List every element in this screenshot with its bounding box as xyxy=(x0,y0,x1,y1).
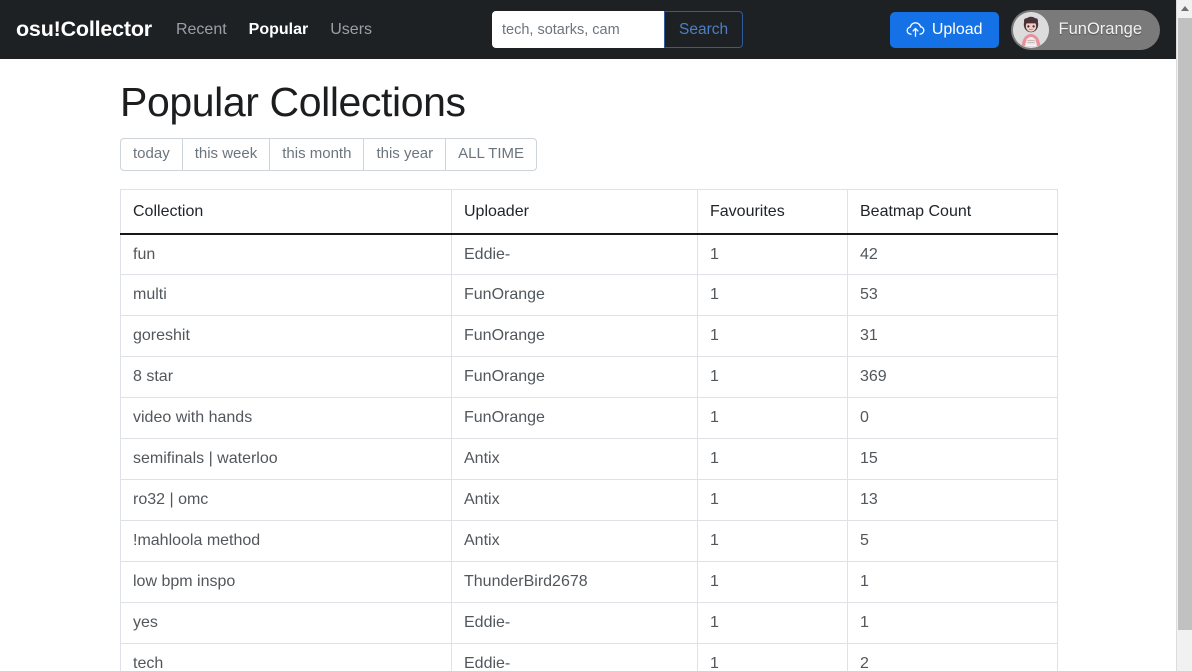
cell-favourites: 1 xyxy=(697,233,848,276)
cell-uploader: Antix xyxy=(451,520,698,563)
column-header-beatmap-count[interactable]: Beatmap Count xyxy=(847,189,1058,235)
collections-table: Collection Uploader Favourites Beatmap C… xyxy=(120,189,1058,671)
filter-this-week[interactable]: this week xyxy=(181,138,270,172)
cell-favourites: 1 xyxy=(697,520,848,563)
column-header-collection[interactable]: Collection xyxy=(120,189,452,235)
cell-favourites: 1 xyxy=(697,643,848,671)
navbar-right-cluster: Upload FunOrange xyxy=(889,0,1160,59)
scrollbar-thumb[interactable] xyxy=(1178,18,1192,630)
table-row[interactable]: goreshit FunOrange 1 31 xyxy=(120,315,1058,358)
table-row[interactable]: semifinals | waterloo Antix 1 15 xyxy=(120,438,1058,481)
cloud-upload-icon xyxy=(906,22,925,37)
table-row[interactable]: !mahloola method Antix 1 5 xyxy=(120,520,1058,563)
user-menu[interactable]: FunOrange xyxy=(1010,9,1160,50)
vertical-scrollbar[interactable] xyxy=(1176,0,1192,671)
cell-uploader: Eddie- xyxy=(451,602,698,645)
cell-collection: tech xyxy=(120,643,452,671)
search-button[interactable]: Search xyxy=(664,11,744,48)
cell-favourites: 1 xyxy=(697,356,848,399)
cell-collection: goreshit xyxy=(120,315,452,358)
app-window: osu!Collector Recent Popular Users Searc… xyxy=(0,0,1192,671)
table-row[interactable]: low bpm inspo ThunderBird2678 1 1 xyxy=(120,561,1058,604)
cell-beatmap-count: 42 xyxy=(847,233,1058,276)
search-input[interactable] xyxy=(492,11,664,48)
cell-collection: semifinals | waterloo xyxy=(120,438,452,481)
search-group: Search xyxy=(492,11,744,48)
nav-item-recent[interactable]: Recent xyxy=(176,21,227,39)
filter-this-year[interactable]: this year xyxy=(363,138,446,172)
cell-uploader: Eddie- xyxy=(451,643,698,671)
time-filter-group: today this week this month this year ALL… xyxy=(120,138,1176,172)
scroll-up-arrow-icon[interactable] xyxy=(1177,0,1192,17)
column-header-uploader[interactable]: Uploader xyxy=(451,189,698,235)
table-row[interactable]: yes Eddie- 1 1 xyxy=(120,602,1058,645)
table-row[interactable]: video with hands FunOrange 1 0 xyxy=(120,397,1058,440)
cell-favourites: 1 xyxy=(697,397,848,440)
cell-uploader: Antix xyxy=(451,438,698,481)
brand-logo[interactable]: osu!Collector xyxy=(16,17,152,42)
cell-uploader: FunOrange xyxy=(451,315,698,358)
cell-beatmap-count: 2 xyxy=(847,643,1058,671)
cell-beatmap-count: 13 xyxy=(847,479,1058,522)
cell-uploader: FunOrange xyxy=(451,356,698,399)
cell-uploader: FunOrange xyxy=(451,397,698,440)
cell-beatmap-count: 0 xyxy=(847,397,1058,440)
filter-today[interactable]: today xyxy=(120,138,182,172)
cell-uploader: Antix xyxy=(451,479,698,522)
nav-item-popular[interactable]: Popular xyxy=(249,21,309,39)
filter-this-month[interactable]: this month xyxy=(269,138,364,172)
table-header: Collection Uploader Favourites Beatmap C… xyxy=(120,189,1058,235)
cell-collection: multi xyxy=(120,274,452,317)
cell-beatmap-count: 369 xyxy=(847,356,1058,399)
cell-collection: yes xyxy=(120,602,452,645)
user-menu-label: FunOrange xyxy=(1058,20,1142,38)
table-body: fun Eddie- 1 42 multi FunOrange 1 53 goreshit Fun… xyxy=(120,233,1058,671)
cell-favourites: 1 xyxy=(697,602,848,645)
table-row[interactable]: fun Eddie- 1 42 xyxy=(120,233,1058,276)
cell-beatmap-count: 1 xyxy=(847,602,1058,645)
table-row[interactable]: ro32 | omc Antix 1 13 xyxy=(120,479,1058,522)
filter-all-time[interactable]: ALL TIME xyxy=(445,138,537,172)
cell-collection: ro32 | omc xyxy=(120,479,452,522)
top-navbar: osu!Collector Recent Popular Users Searc… xyxy=(0,0,1176,59)
cell-favourites: 1 xyxy=(697,274,848,317)
page-viewport: osu!Collector Recent Popular Users Searc… xyxy=(0,0,1176,671)
upload-button[interactable]: Upload xyxy=(889,11,999,48)
cell-uploader: Eddie- xyxy=(451,233,698,276)
cell-beatmap-count: 15 xyxy=(847,438,1058,481)
nav-item-users[interactable]: Users xyxy=(330,21,372,39)
cell-favourites: 1 xyxy=(697,438,848,481)
cell-collection: fun xyxy=(120,233,452,276)
cell-favourites: 1 xyxy=(697,479,848,522)
table-row[interactable]: tech Eddie- 1 2 xyxy=(120,643,1058,671)
cell-collection: low bpm inspo xyxy=(120,561,452,604)
cell-favourites: 1 xyxy=(697,561,848,604)
cell-beatmap-count: 1 xyxy=(847,561,1058,604)
primary-nav: Recent Popular Users xyxy=(176,21,372,39)
cell-beatmap-count: 53 xyxy=(847,274,1058,317)
cell-uploader: ThunderBird2678 xyxy=(451,561,698,604)
avatar xyxy=(1012,11,1049,48)
upload-button-label: Upload xyxy=(931,20,983,38)
cell-beatmap-count: 31 xyxy=(847,315,1058,358)
main-content: Popular Collections today this week this… xyxy=(0,59,1176,671)
cell-uploader: FunOrange xyxy=(451,274,698,317)
cell-collection: !mahloola method xyxy=(120,520,452,563)
cell-collection: 8 star xyxy=(120,356,452,399)
table-row[interactable]: multi FunOrange 1 53 xyxy=(120,274,1058,317)
page-title: Popular Collections xyxy=(120,79,466,125)
cell-favourites: 1 xyxy=(697,315,848,358)
table-row[interactable]: 8 star FunOrange 1 369 xyxy=(120,356,1058,399)
table-header-row: Collection Uploader Favourites Beatmap C… xyxy=(120,189,1058,235)
cell-beatmap-count: 5 xyxy=(847,520,1058,563)
column-header-favourites[interactable]: Favourites xyxy=(697,189,848,235)
cell-collection: video with hands xyxy=(120,397,452,440)
